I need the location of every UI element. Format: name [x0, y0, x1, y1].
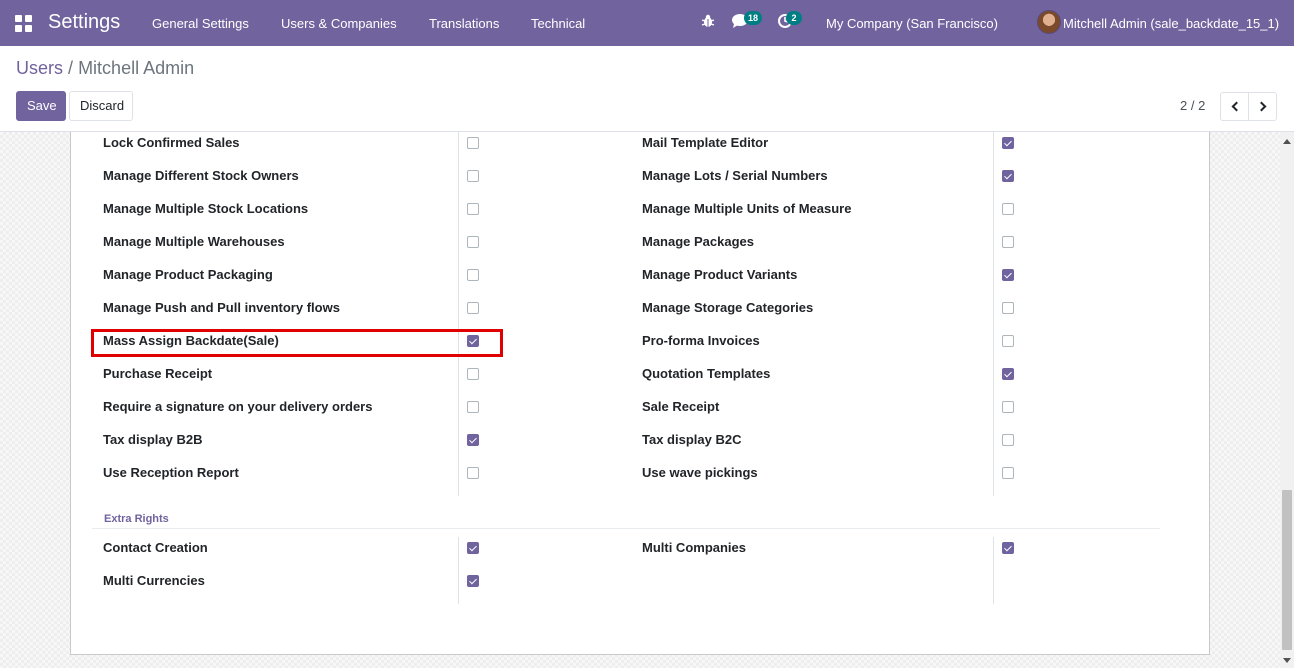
scroll-down-arrow-icon[interactable]: [1283, 658, 1291, 663]
right-label: Manage Different Stock Owners: [103, 168, 299, 183]
right-label: Pro-forma Invoices: [642, 333, 760, 348]
right-checkbox[interactable]: [1002, 137, 1014, 149]
right-label: Manage Lots / Serial Numbers: [642, 168, 828, 183]
right-label: Manage Product Variants: [642, 267, 798, 282]
column-divider: [458, 132, 459, 496]
app-title[interactable]: Settings: [48, 11, 120, 34]
user-avatar[interactable]: [1037, 10, 1061, 34]
right-checkbox[interactable]: [467, 269, 479, 281]
menu-technical[interactable]: Technical: [531, 16, 585, 31]
right-label: Purchase Receipt: [103, 366, 213, 381]
scroll-up-arrow-icon[interactable]: [1283, 139, 1291, 144]
right-label: Tax display B2B: [103, 432, 203, 447]
right-checkbox[interactable]: [467, 401, 479, 413]
right-label: Sale Receipt: [642, 399, 720, 414]
right-label: Require a signature on your delivery ord…: [103, 399, 373, 414]
right-label: Multi Companies: [642, 540, 747, 555]
right-label: Use wave pickings: [642, 465, 758, 480]
control-panel: Users / Mitchell Admin Save Discard 2 / …: [0, 46, 1294, 132]
column-divider: [993, 537, 994, 604]
user-menu[interactable]: Mitchell Admin (sale_backdate_15_1): [1063, 16, 1279, 31]
discard-button[interactable]: Discard: [69, 91, 133, 121]
apps-menu-icon[interactable]: [15, 15, 32, 32]
right-label: Manage Push and Pull inventory flows: [103, 300, 340, 315]
right-label: Manage Multiple Warehouses: [103, 234, 285, 249]
right-label: Manage Multiple Stock Locations: [103, 201, 309, 216]
messages-count-badge: 18: [744, 11, 763, 25]
activities-count-badge: 2: [786, 11, 802, 25]
right-label: Mail Template Editor: [642, 135, 769, 150]
column-divider: [458, 537, 459, 604]
pager-previous-button[interactable]: [1220, 92, 1249, 121]
vertical-scrollbar[interactable]: [1280, 132, 1294, 668]
right-label: Use Reception Report: [103, 465, 239, 480]
save-button[interactable]: Save: [16, 91, 66, 121]
right-checkbox[interactable]: [467, 467, 479, 479]
right-checkbox[interactable]: [467, 542, 479, 554]
right-checkbox[interactable]: [1002, 467, 1014, 479]
right-checkbox[interactable]: [1002, 335, 1014, 347]
top-navbar: Settings General Settings Users & Compan…: [0, 0, 1294, 46]
bug-icon[interactable]: [700, 13, 718, 31]
pager-value[interactable]: 2 / 2: [1180, 98, 1205, 113]
right-checkbox[interactable]: [1002, 236, 1014, 248]
scroll-thumb[interactable]: [1282, 490, 1292, 650]
right-checkbox[interactable]: [1002, 368, 1014, 380]
right-checkbox[interactable]: [1002, 434, 1014, 446]
highlight-box: [91, 329, 503, 357]
company-switcher[interactable]: My Company (San Francisco): [826, 16, 998, 31]
extra-rights-title: Extra Rights: [104, 513, 169, 525]
right-checkbox[interactable]: [467, 137, 479, 149]
right-label: Multi Currencies: [103, 573, 205, 588]
right-checkbox[interactable]: [1002, 302, 1014, 314]
right-label: Manage Product Packaging: [103, 267, 273, 282]
breadcrumb-current: Mitchell Admin: [78, 58, 195, 78]
right-checkbox[interactable]: [467, 575, 479, 587]
right-label: Manage Packages: [642, 234, 755, 249]
menu-general-settings[interactable]: General Settings: [152, 16, 249, 31]
chevron-left-icon: [1231, 101, 1241, 112]
chevron-right-icon: [1256, 101, 1266, 112]
right-checkbox[interactable]: [467, 170, 479, 182]
right-label: Lock Confirmed Sales: [103, 135, 240, 150]
right-label: Quotation Templates: [642, 366, 771, 381]
right-checkbox[interactable]: [467, 236, 479, 248]
menu-users-companies[interactable]: Users & Companies: [281, 16, 397, 31]
menu-translations[interactable]: Translations: [429, 16, 499, 31]
column-divider: [993, 132, 994, 496]
right-checkbox[interactable]: [1002, 542, 1014, 554]
right-label: Tax display B2C: [642, 432, 742, 447]
breadcrumb-separator: /: [68, 58, 74, 78]
right-label: Manage Storage Categories: [642, 300, 814, 315]
right-label: Manage Multiple Units of Measure: [642, 201, 852, 216]
right-checkbox[interactable]: [467, 368, 479, 380]
right-checkbox[interactable]: [1002, 170, 1014, 182]
pager-next-button[interactable]: [1248, 92, 1277, 121]
right-checkbox[interactable]: [1002, 269, 1014, 281]
right-checkbox[interactable]: [467, 203, 479, 215]
section-divider: [92, 528, 1160, 529]
right-checkbox[interactable]: [467, 302, 479, 314]
right-checkbox[interactable]: [1002, 401, 1014, 413]
right-checkbox[interactable]: [1002, 203, 1014, 215]
breadcrumb: Users / Mitchell Admin: [16, 58, 194, 79]
breadcrumb-users-link[interactable]: Users: [16, 58, 63, 78]
right-label: Contact Creation: [103, 540, 208, 555]
right-checkbox[interactable]: [467, 434, 479, 446]
